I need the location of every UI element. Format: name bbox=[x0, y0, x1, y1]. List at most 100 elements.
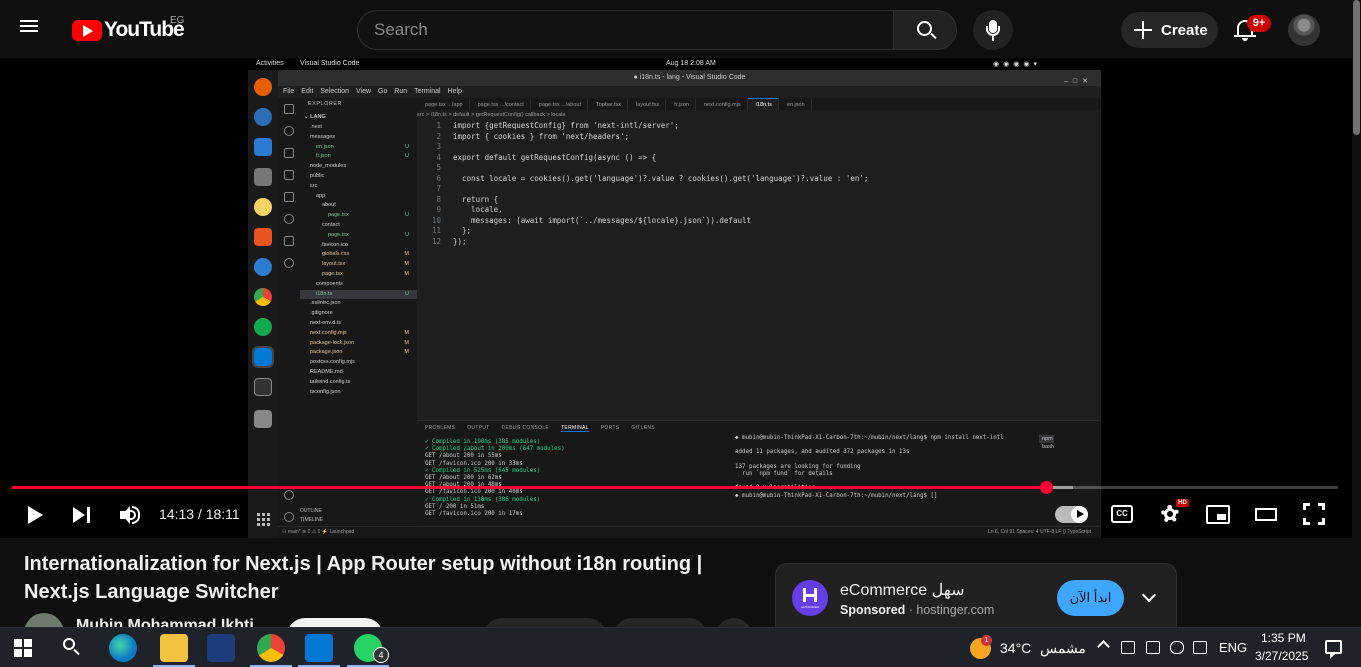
autoplay-toggle[interactable] bbox=[1055, 506, 1088, 523]
captions-button[interactable]: CC bbox=[1111, 505, 1133, 523]
vscode-icon[interactable] bbox=[305, 634, 333, 662]
language-indicator[interactable]: ENG bbox=[1219, 640, 1247, 655]
line-number: 10 bbox=[431, 215, 441, 225]
display-icon[interactable] bbox=[1193, 641, 1207, 654]
chrome-icon bbox=[254, 288, 272, 306]
snipping-tool-icon[interactable] bbox=[207, 634, 235, 662]
explorer-item: layout.tsx M bbox=[300, 260, 417, 270]
breadcrumb: src > i18n.ts > default > getRequestConf… bbox=[417, 112, 566, 118]
account-avatar[interactable] bbox=[1288, 14, 1320, 46]
thunderbird-icon bbox=[254, 108, 272, 126]
masthead: YouTube EG Create 9+ bbox=[0, 0, 1361, 58]
explorer-item: node_modules bbox=[300, 162, 417, 172]
explorer-item: README.md bbox=[300, 368, 417, 378]
code-line: 11 }; bbox=[417, 226, 1101, 237]
panel-tab: TERMINAL bbox=[561, 425, 589, 432]
code-line: 2 import { cookies } from 'next/headers'; bbox=[417, 132, 1101, 143]
volume-icon[interactable] bbox=[119, 504, 141, 526]
line-number: 3 bbox=[436, 142, 441, 151]
country-code: EG bbox=[170, 15, 185, 26]
explorer-item-label: about bbox=[322, 202, 336, 209]
status-right: Ln 6, Col 91 Spaces: 4 UTF-8 LF {} TypeS… bbox=[987, 529, 1091, 535]
miniplayer-icon[interactable] bbox=[1206, 505, 1230, 524]
video-player[interactable]: Activities Visual Studio Code Aug 18 2:0… bbox=[0, 58, 1352, 538]
chevron-down-icon[interactable] bbox=[1141, 589, 1157, 605]
next-video-icon[interactable] bbox=[73, 505, 93, 525]
explorer-item: package-lock.json M bbox=[300, 339, 417, 349]
search-button[interactable] bbox=[893, 10, 957, 50]
windows-start-icon[interactable] bbox=[14, 639, 32, 657]
menu-icon[interactable] bbox=[20, 18, 52, 42]
weather-label[interactable]: مشمس bbox=[1040, 640, 1086, 657]
edge-icon[interactable] bbox=[109, 634, 137, 662]
explorer-item: public bbox=[300, 172, 417, 182]
code-text: export default getRequestConfig(async ()… bbox=[453, 152, 657, 162]
line-number: 12 bbox=[431, 236, 441, 246]
temperature[interactable]: 34°C bbox=[1000, 640, 1031, 656]
vscode-icon bbox=[252, 346, 274, 368]
git-status-badge: M bbox=[404, 349, 409, 356]
search-icon bbox=[284, 126, 294, 136]
explorer-item: .next bbox=[300, 123, 417, 133]
trash-icon bbox=[254, 410, 272, 428]
sponsored-ad-card[interactable]: HOSTINGER eCommerce سهل Sponsored · host… bbox=[775, 563, 1177, 637]
line-number: 8 bbox=[436, 194, 441, 204]
page-scrollbar[interactable] bbox=[1352, 0, 1361, 667]
explorer-item-label: layout.tsx bbox=[322, 261, 346, 268]
explorer-item-label: page.tsx bbox=[328, 231, 349, 238]
chapters-grid-icon[interactable] bbox=[257, 513, 271, 527]
voice-search-button[interactable] bbox=[973, 10, 1013, 50]
git-status-badge: M bbox=[404, 251, 409, 258]
system-tray-icons: ◉◉◉◉▾ bbox=[993, 61, 1041, 68]
code-line: 7 bbox=[417, 184, 1101, 195]
explorer-item-label: app bbox=[316, 192, 326, 199]
search-input[interactable] bbox=[358, 11, 893, 49]
explorer-item: messages bbox=[300, 133, 417, 143]
editor-tab: next.config.mjs bbox=[696, 99, 748, 111]
weather-badge: 1 bbox=[981, 635, 992, 646]
panel-tab: OUTPUT bbox=[467, 425, 490, 431]
ad-title[interactable]: eCommerce سهل bbox=[840, 580, 964, 600]
youtube-play-icon bbox=[72, 19, 102, 41]
explorer-item: i18n.ts U bbox=[300, 289, 417, 300]
windows-taskbar: 1 34°C مشمس ENG 1:35 PM 3/27/2025 bbox=[0, 627, 1361, 667]
youtube-logo[interactable]: YouTube bbox=[72, 18, 185, 41]
ad-cta-button[interactable]: ابدأ الآن bbox=[1057, 580, 1124, 616]
editor-tab: fr.json bbox=[666, 99, 696, 111]
scrollbar-thumb[interactable] bbox=[1353, 0, 1360, 135]
terminal-line: ✓ Compiled in 190ms (385 modules) bbox=[425, 439, 541, 445]
testing-icon bbox=[284, 236, 294, 246]
taskbar-time[interactable]: 1:35 PM bbox=[1261, 631, 1306, 645]
terminal-line: GET / 200 in 51ms bbox=[425, 503, 485, 510]
battery-icon[interactable] bbox=[1121, 641, 1135, 654]
network-icon[interactable] bbox=[1146, 641, 1160, 654]
panel-tab: PORTS bbox=[600, 425, 620, 431]
explorer-item: contact bbox=[300, 221, 417, 231]
remote-icon bbox=[284, 214, 294, 224]
panel-tabs: PROBLEMS OUTPUT DEBUG CONSOLE TERMINAL PORTS… bbox=[425, 425, 667, 432]
create-label: Create bbox=[1161, 21, 1208, 39]
play-icon[interactable] bbox=[26, 505, 44, 525]
explorer-item-label: package-lock.json bbox=[310, 339, 355, 346]
create-button[interactable]: Create bbox=[1121, 12, 1218, 48]
terminal-line: GET /favicon.ico 200 in 17ms bbox=[425, 511, 523, 517]
taskbar-date[interactable]: 3/27/2025 bbox=[1255, 649, 1308, 663]
explorer-item-label: src bbox=[310, 182, 318, 189]
chrome-icon[interactable] bbox=[257, 634, 285, 662]
theater-mode-icon[interactable] bbox=[1255, 508, 1277, 521]
progress-scrubber-handle[interactable] bbox=[1039, 481, 1053, 494]
explorer-item: fr.json U bbox=[300, 152, 417, 162]
panel-tab: DEBUG CONSOLE bbox=[501, 425, 550, 431]
rhythmbox-icon bbox=[254, 198, 272, 216]
files-icon bbox=[254, 168, 272, 186]
ad-sponsored-line: Sponsored · hostinger.com bbox=[840, 603, 995, 617]
taskbar-search-icon[interactable] bbox=[62, 638, 82, 658]
volume-tray-icon[interactable] bbox=[1170, 641, 1184, 654]
explorer-item-label: compoents bbox=[316, 280, 343, 287]
vscode-titlebar: ● i18n.ts - lang - Visual Studio Code –□… bbox=[278, 70, 1101, 86]
file-explorer-icon[interactable] bbox=[160, 634, 188, 662]
fullscreen-icon[interactable] bbox=[1303, 503, 1325, 525]
notification-center-icon[interactable] bbox=[1325, 640, 1342, 659]
menu-run: Run bbox=[394, 88, 408, 95]
show-hidden-icons-icon[interactable] bbox=[1097, 640, 1110, 653]
